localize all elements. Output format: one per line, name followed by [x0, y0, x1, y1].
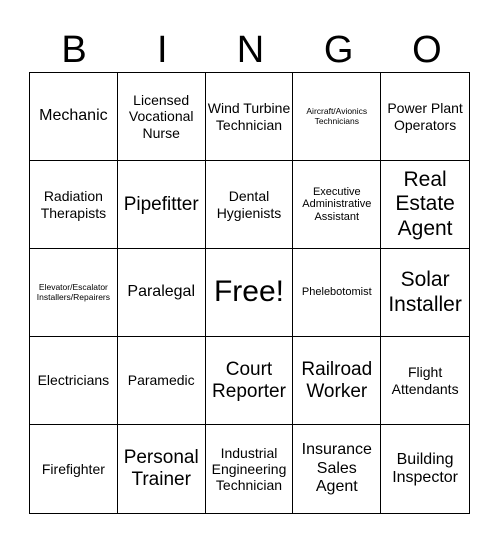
- bingo-cell[interactable]: Radiation Therapists: [30, 161, 118, 249]
- bingo-cell[interactable]: Firefighter: [30, 425, 118, 513]
- bingo-cell[interactable]: Real Estate Agent: [381, 161, 469, 249]
- bingo-grid: Mechanic Licensed Vocational Nurse Wind Tu…: [29, 72, 470, 514]
- header-letter-g: G: [323, 29, 354, 71]
- header-letter-i: I: [157, 29, 168, 71]
- free-space-cell[interactable]: Free!: [205, 249, 294, 337]
- bingo-cell-label: Solar Installer: [388, 268, 462, 316]
- bingo-cell-label: Power Plant Operators: [387, 100, 463, 133]
- bingo-cell[interactable]: Elevator/Escalator Installers/Repairers: [30, 249, 118, 337]
- bingo-cell-label: Dental Hygienists: [216, 188, 282, 221]
- bingo-cell[interactable]: Building Inspector: [381, 425, 469, 513]
- bingo-cell-label: Real Estate Agent: [395, 168, 455, 240]
- bingo-cell[interactable]: Railroad Worker: [293, 337, 382, 425]
- bingo-cell-label: Elevator/Escalator Installers/Repairers: [36, 281, 111, 302]
- bingo-cell-label: Paralegal: [127, 283, 195, 301]
- bingo-cell-label: Insurance Sales Agent: [301, 441, 372, 496]
- bingo-cell-label: Electricians: [37, 372, 110, 389]
- bingo-cell[interactable]: Electricians: [30, 337, 118, 425]
- bingo-cell[interactable]: Insurance Sales Agent: [293, 425, 382, 513]
- bingo-cell-label: Industrial Engineering Technician: [211, 444, 287, 494]
- bingo-cell-label: Building Inspector: [392, 450, 458, 486]
- bingo-cell[interactable]: Licensed Vocational Nurse: [117, 73, 206, 161]
- bingo-cell-label: Radiation Therapists: [40, 188, 107, 221]
- bingo-cell-label: Pipefitter: [123, 193, 199, 215]
- bingo-cell[interactable]: Phelebotomist: [293, 249, 382, 337]
- bingo-header: B I N G O: [30, 28, 471, 72]
- header-letter-n: N: [236, 29, 265, 71]
- bingo-cell[interactable]: Power Plant Operators: [381, 73, 469, 161]
- bingo-cell-label: Paramedic: [127, 372, 195, 389]
- bingo-cell[interactable]: Mechanic: [30, 73, 118, 161]
- bingo-cell-label: Mechanic: [39, 107, 108, 125]
- bingo-cell-label: Personal Trainer: [123, 447, 199, 490]
- bingo-cell-label: Wind Turbine Technician: [207, 100, 291, 133]
- header-letter-o: O: [412, 29, 442, 71]
- bingo-cell[interactable]: Dental Hygienists: [205, 161, 294, 249]
- bingo-cell[interactable]: Court Reporter: [205, 337, 294, 425]
- bingo-cell-label: Firefighter: [41, 460, 105, 477]
- bingo-cell-label: Railroad Worker: [301, 358, 373, 402]
- bingo-cell-label: Executive Administrative Assistant: [302, 185, 372, 223]
- bingo-cell[interactable]: Paramedic: [117, 337, 206, 425]
- bingo-cell-label: Free!: [213, 275, 284, 309]
- bingo-cell[interactable]: Pipefitter: [117, 161, 206, 249]
- bingo-cell[interactable]: Industrial Engineering Technician: [206, 425, 294, 513]
- bingo-cell-label: Phelebotomist: [301, 286, 372, 299]
- bingo-cell[interactable]: Executive Administrative Assistant: [293, 161, 382, 249]
- bingo-cell[interactable]: Flight Attendants: [381, 337, 469, 425]
- bingo-cell[interactable]: Solar Installer: [381, 249, 469, 337]
- bingo-cell-label: Licensed Vocational Nurse: [128, 92, 194, 141]
- bingo-cell-label: Aircraft/Avionics Technicians: [306, 105, 368, 126]
- bingo-cell[interactable]: Personal Trainer: [118, 425, 206, 513]
- header-letter-b: B: [61, 29, 87, 71]
- bingo-cell[interactable]: Wind Turbine Technician: [205, 73, 294, 161]
- bingo-cell-label: Flight Attendants: [391, 364, 459, 397]
- bingo-cell[interactable]: Aircraft/Avionics Technicians: [293, 73, 382, 161]
- bingo-cell-label: Court Reporter: [212, 358, 286, 402]
- bingo-cell[interactable]: Paralegal: [117, 249, 206, 337]
